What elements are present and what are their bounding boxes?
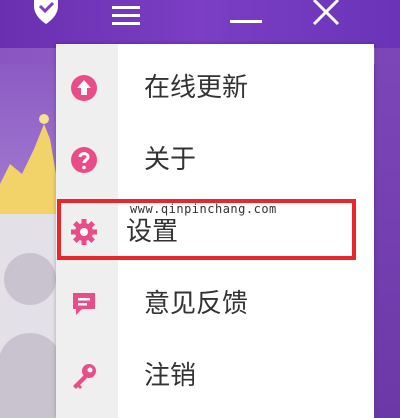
crown-decoration bbox=[0, 114, 60, 418]
menu-item-label: 关于 bbox=[144, 145, 197, 175]
close-icon[interactable] bbox=[310, 0, 342, 26]
menu-item-feedback[interactable]: 意见反馈 bbox=[56, 268, 374, 340]
menu-item-label: 意见反馈 bbox=[144, 289, 249, 319]
background-right-edge bbox=[375, 48, 400, 418]
title-bar bbox=[0, 0, 400, 48]
upload-circle-icon bbox=[71, 75, 97, 101]
menu-item-online-update[interactable]: 在线更新 bbox=[56, 52, 374, 124]
menu-item-logout[interactable]: 注销 bbox=[56, 340, 374, 412]
menu-item-about[interactable]: 关于 bbox=[56, 124, 374, 196]
chat-bubble-icon bbox=[73, 293, 95, 315]
hamburger-menu-icon[interactable] bbox=[112, 0, 140, 26]
menu-item-label: 在线更新 bbox=[144, 73, 249, 103]
question-circle-icon bbox=[71, 147, 97, 173]
menu-item-label: 注销 bbox=[144, 361, 197, 391]
watermark-text: www.qinpinchang.com bbox=[130, 202, 277, 216]
minimize-icon[interactable] bbox=[230, 0, 262, 26]
background-avatar-area bbox=[0, 64, 60, 418]
key-icon bbox=[73, 364, 96, 389]
shield-check-icon[interactable] bbox=[30, 0, 62, 24]
